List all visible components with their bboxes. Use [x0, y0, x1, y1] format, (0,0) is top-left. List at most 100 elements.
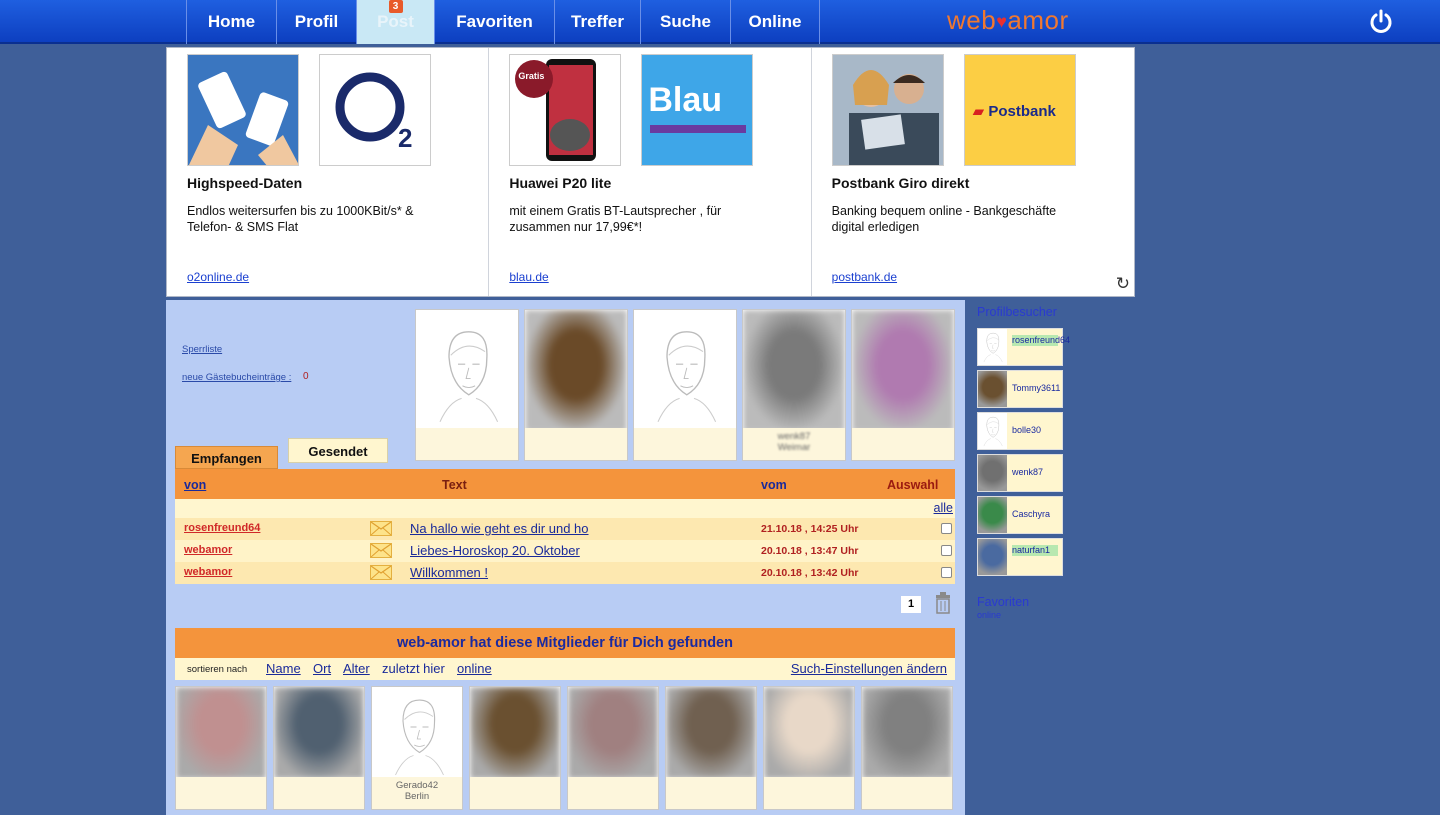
ad-couple-tablet-image[interactable]	[831, 54, 944, 166]
visitor-item[interactable]: bolle30	[977, 412, 1063, 450]
nav-post[interactable]: Post 3	[356, 0, 434, 44]
sort-by-age[interactable]: Alter	[343, 661, 370, 676]
visitor-name[interactable]: rosenfreund64	[1012, 335, 1070, 346]
message-subject[interactable]: Willkommen !	[410, 565, 488, 580]
profile-card[interactable]: Gerado42 Berlin	[371, 686, 463, 810]
column-select: Auswahl	[887, 478, 939, 492]
profile-card[interactable]	[851, 309, 955, 461]
nav-profil[interactable]: Profil	[276, 0, 356, 44]
message-date: 21.10.18 , 14:25 Uhr	[761, 523, 859, 535]
ad-huawei-image[interactable]: Gratis	[509, 54, 622, 166]
envelope-icon[interactable]	[370, 543, 392, 558]
message-checkbox[interactable]	[941, 545, 952, 556]
blau-logo[interactable]: Blau	[641, 54, 754, 166]
message-row[interactable]: rosenfreund64 Na hallo wie geht es dir u…	[175, 518, 955, 540]
profile-card[interactable]	[763, 686, 855, 810]
profile-card[interactable]	[469, 686, 561, 810]
profile-card[interactable]	[273, 686, 365, 810]
profile-card[interactable]	[861, 686, 953, 810]
message-subject[interactable]: Na hallo wie geht es dir und ho	[410, 521, 589, 536]
ad-link[interactable]: blau.de	[509, 270, 548, 284]
profile-card-caption	[862, 777, 952, 809]
nav-treffer[interactable]: Treffer	[554, 0, 640, 44]
postbank-brand: Postbank	[988, 103, 1056, 120]
visitor-item[interactable]: wenk87	[977, 454, 1063, 492]
sort-by-sender[interactable]: von	[184, 478, 206, 492]
ad-title[interactable]: Postbank Giro direkt	[832, 175, 1134, 191]
profile-card-caption	[764, 777, 854, 809]
visitor-item[interactable]: Tommy3611	[977, 370, 1063, 408]
nav-favoriten[interactable]: Favoriten	[434, 0, 554, 44]
ad-link[interactable]: o2online.de	[187, 270, 249, 284]
favorites-title[interactable]: Favoriten	[977, 595, 1029, 609]
sort-by-online[interactable]: online	[457, 661, 492, 676]
profile-visitors-title[interactable]: Profilbesucher	[977, 305, 1057, 319]
column-date: vom	[761, 478, 787, 492]
logo-text-web: web	[947, 5, 997, 35]
visitor-avatar	[978, 413, 1007, 449]
select-all-link[interactable]: alle	[934, 501, 953, 515]
sort-bar: sortieren nach Name Ort Alter zuletzt hi…	[175, 658, 955, 680]
profile-card[interactable]	[524, 309, 628, 461]
profile-card[interactable]	[665, 686, 757, 810]
sort-by-location[interactable]: Ort	[313, 661, 331, 676]
blocklist-link[interactable]: Sperrliste	[182, 344, 222, 355]
default-avatar-icon	[439, 331, 499, 423]
nav-suche[interactable]: Suche	[640, 0, 730, 44]
profile-card[interactable]: wenk87 Weimar	[742, 309, 846, 461]
visitor-name[interactable]: bolle30	[1012, 425, 1041, 435]
ad-title[interactable]: Highspeed-Daten	[187, 175, 488, 191]
message-sender[interactable]: rosenfreund64	[184, 522, 260, 534]
envelope-icon[interactable]	[370, 521, 392, 536]
tab-received[interactable]: Empfangen	[175, 446, 278, 469]
sort-by-name[interactable]: Name	[266, 661, 301, 676]
message-checkbox[interactable]	[941, 523, 952, 534]
profile-card[interactable]	[633, 309, 737, 461]
visitor-item[interactable]: rosenfreund64	[977, 328, 1070, 366]
ad-promo-label: Gratis	[518, 71, 545, 81]
guestbook-link[interactable]: neue Gästebucheinträge :	[182, 372, 291, 383]
ad-link[interactable]: postbank.de	[832, 270, 897, 284]
message-checkbox[interactable]	[941, 567, 952, 578]
nav-online[interactable]: Online	[730, 0, 820, 44]
o2-subscript: 2	[398, 123, 412, 153]
visitor-name[interactable]: naturfan1	[1012, 545, 1058, 556]
message-subject[interactable]: Liebes-Horoskop 20. Oktober	[410, 543, 580, 558]
refresh-icon[interactable]: ↻	[1116, 274, 1130, 294]
search-settings-link[interactable]: Such-Einstellungen ändern	[791, 661, 947, 676]
visitor-name[interactable]: Tommy3611	[1012, 383, 1060, 393]
envelope-icon[interactable]	[370, 565, 392, 580]
ad-postbank[interactable]: ▰ Postbank Postbank Giro direkt Banking …	[812, 48, 1134, 296]
tab-sent[interactable]: Gesendet	[288, 438, 388, 463]
message-row[interactable]: webamor Liebes-Horoskop 20. Oktober 20.1…	[175, 540, 955, 562]
message-sender[interactable]: webamor	[184, 566, 232, 578]
webamor-logo[interactable]: web♥amor	[947, 5, 1069, 36]
message-row[interactable]: webamor Willkommen ! 20.10.18 , 13:42 Uh…	[175, 562, 955, 584]
ad-o2[interactable]: 2 Highspeed-Daten Endlos weitersurfen bi…	[167, 48, 490, 296]
ad-title[interactable]: Huawei P20 lite	[509, 175, 810, 191]
visitor-name[interactable]: wenk87	[1012, 467, 1043, 477]
logout-power-icon[interactable]	[1368, 9, 1394, 35]
o2-logo[interactable]: 2	[319, 54, 431, 166]
postbank-logo[interactable]: ▰ Postbank	[963, 54, 1076, 166]
profile-city: Berlin	[404, 791, 430, 802]
visitor-name[interactable]: Caschyra	[1012, 509, 1050, 519]
profile-username: Gerado42	[395, 780, 439, 791]
profile-card[interactable]	[567, 686, 659, 810]
message-sender[interactable]: webamor	[184, 544, 232, 556]
default-avatar-icon	[983, 416, 1003, 447]
visitor-item[interactable]: Caschyra	[977, 496, 1063, 534]
ad-phones-image[interactable]	[187, 54, 299, 166]
logo-text-amor: amor	[1007, 5, 1069, 35]
unread-count-badge: 3	[388, 0, 403, 13]
nav-home[interactable]: Home	[186, 0, 276, 44]
page-number[interactable]: 1	[901, 596, 921, 613]
profile-card-caption: wenk87 Weimar	[743, 428, 845, 460]
profile-photo-placeholder	[380, 691, 456, 786]
visitor-item[interactable]: naturfan1	[977, 538, 1063, 576]
profile-card[interactable]	[175, 686, 267, 810]
profile-card[interactable]	[415, 309, 519, 461]
ad-blau[interactable]: Gratis Blau Huawei P20 lite mit einem Gr…	[489, 48, 812, 296]
sort-by-last-seen[interactable]: zuletzt hier	[382, 661, 445, 676]
trash-icon[interactable]	[934, 592, 952, 614]
